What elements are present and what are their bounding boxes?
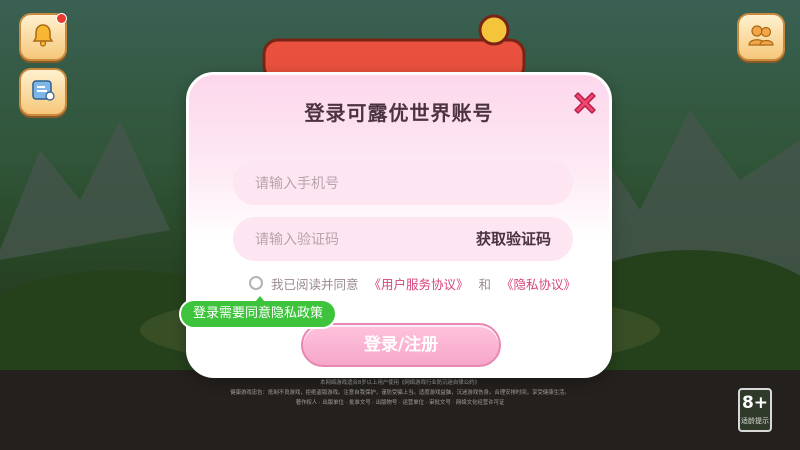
legal-footer: 本网络游戏适合8岁以上用户使用《网络游戏行业防沉迷自律公约》 健康游戏忠告：抵制… xyxy=(230,380,570,406)
get-code-button[interactable]: 获取验证码 xyxy=(476,217,551,261)
age-rating-badge: 8+ 适龄提示 xyxy=(738,388,772,432)
age-rating-value: 8+ xyxy=(741,393,769,413)
login-dialog: 登录可露优世界账号 请输入手机号 请输入验证码 获取验证码 我已阅读并同意 《用… xyxy=(186,72,612,378)
unread-dot xyxy=(56,13,67,24)
friends-button[interactable] xyxy=(737,13,785,61)
user-agreement-link[interactable]: 《用户服务协议》 xyxy=(369,274,469,293)
verification-code-input[interactable]: 请输入验证码 获取验证码 xyxy=(233,217,573,261)
dialog-title: 登录可露优世界账号 xyxy=(304,101,494,125)
agreement-row: 我已阅读并同意 《用户服务协议》 和 《隐私协议》 xyxy=(249,273,609,293)
phone-input[interactable]: 请输入手机号 xyxy=(233,161,573,205)
privacy-policy-link[interactable]: 《隐私协议》 xyxy=(501,274,576,293)
announcement-icon xyxy=(30,77,56,107)
login-register-button[interactable]: 登录/注册 xyxy=(301,323,501,367)
phone-placeholder: 请输入手机号 xyxy=(255,176,339,192)
close-icon xyxy=(569,92,601,123)
bell-icon xyxy=(30,22,56,52)
code-placeholder: 请输入验证码 xyxy=(255,232,339,248)
privacy-toast: 登录需要同意隐私政策 xyxy=(179,293,338,329)
announcement-button[interactable] xyxy=(19,68,67,116)
close-button[interactable] xyxy=(569,87,601,119)
and-text: 和 xyxy=(478,276,492,292)
notification-button[interactable] xyxy=(19,13,67,61)
agree-radio[interactable] xyxy=(249,276,263,290)
friends-icon xyxy=(747,22,775,52)
agree-prefix: 我已阅读并同意 xyxy=(271,276,359,292)
age-rating-caption: 适龄提示 xyxy=(741,417,769,425)
game-logo xyxy=(258,12,538,82)
